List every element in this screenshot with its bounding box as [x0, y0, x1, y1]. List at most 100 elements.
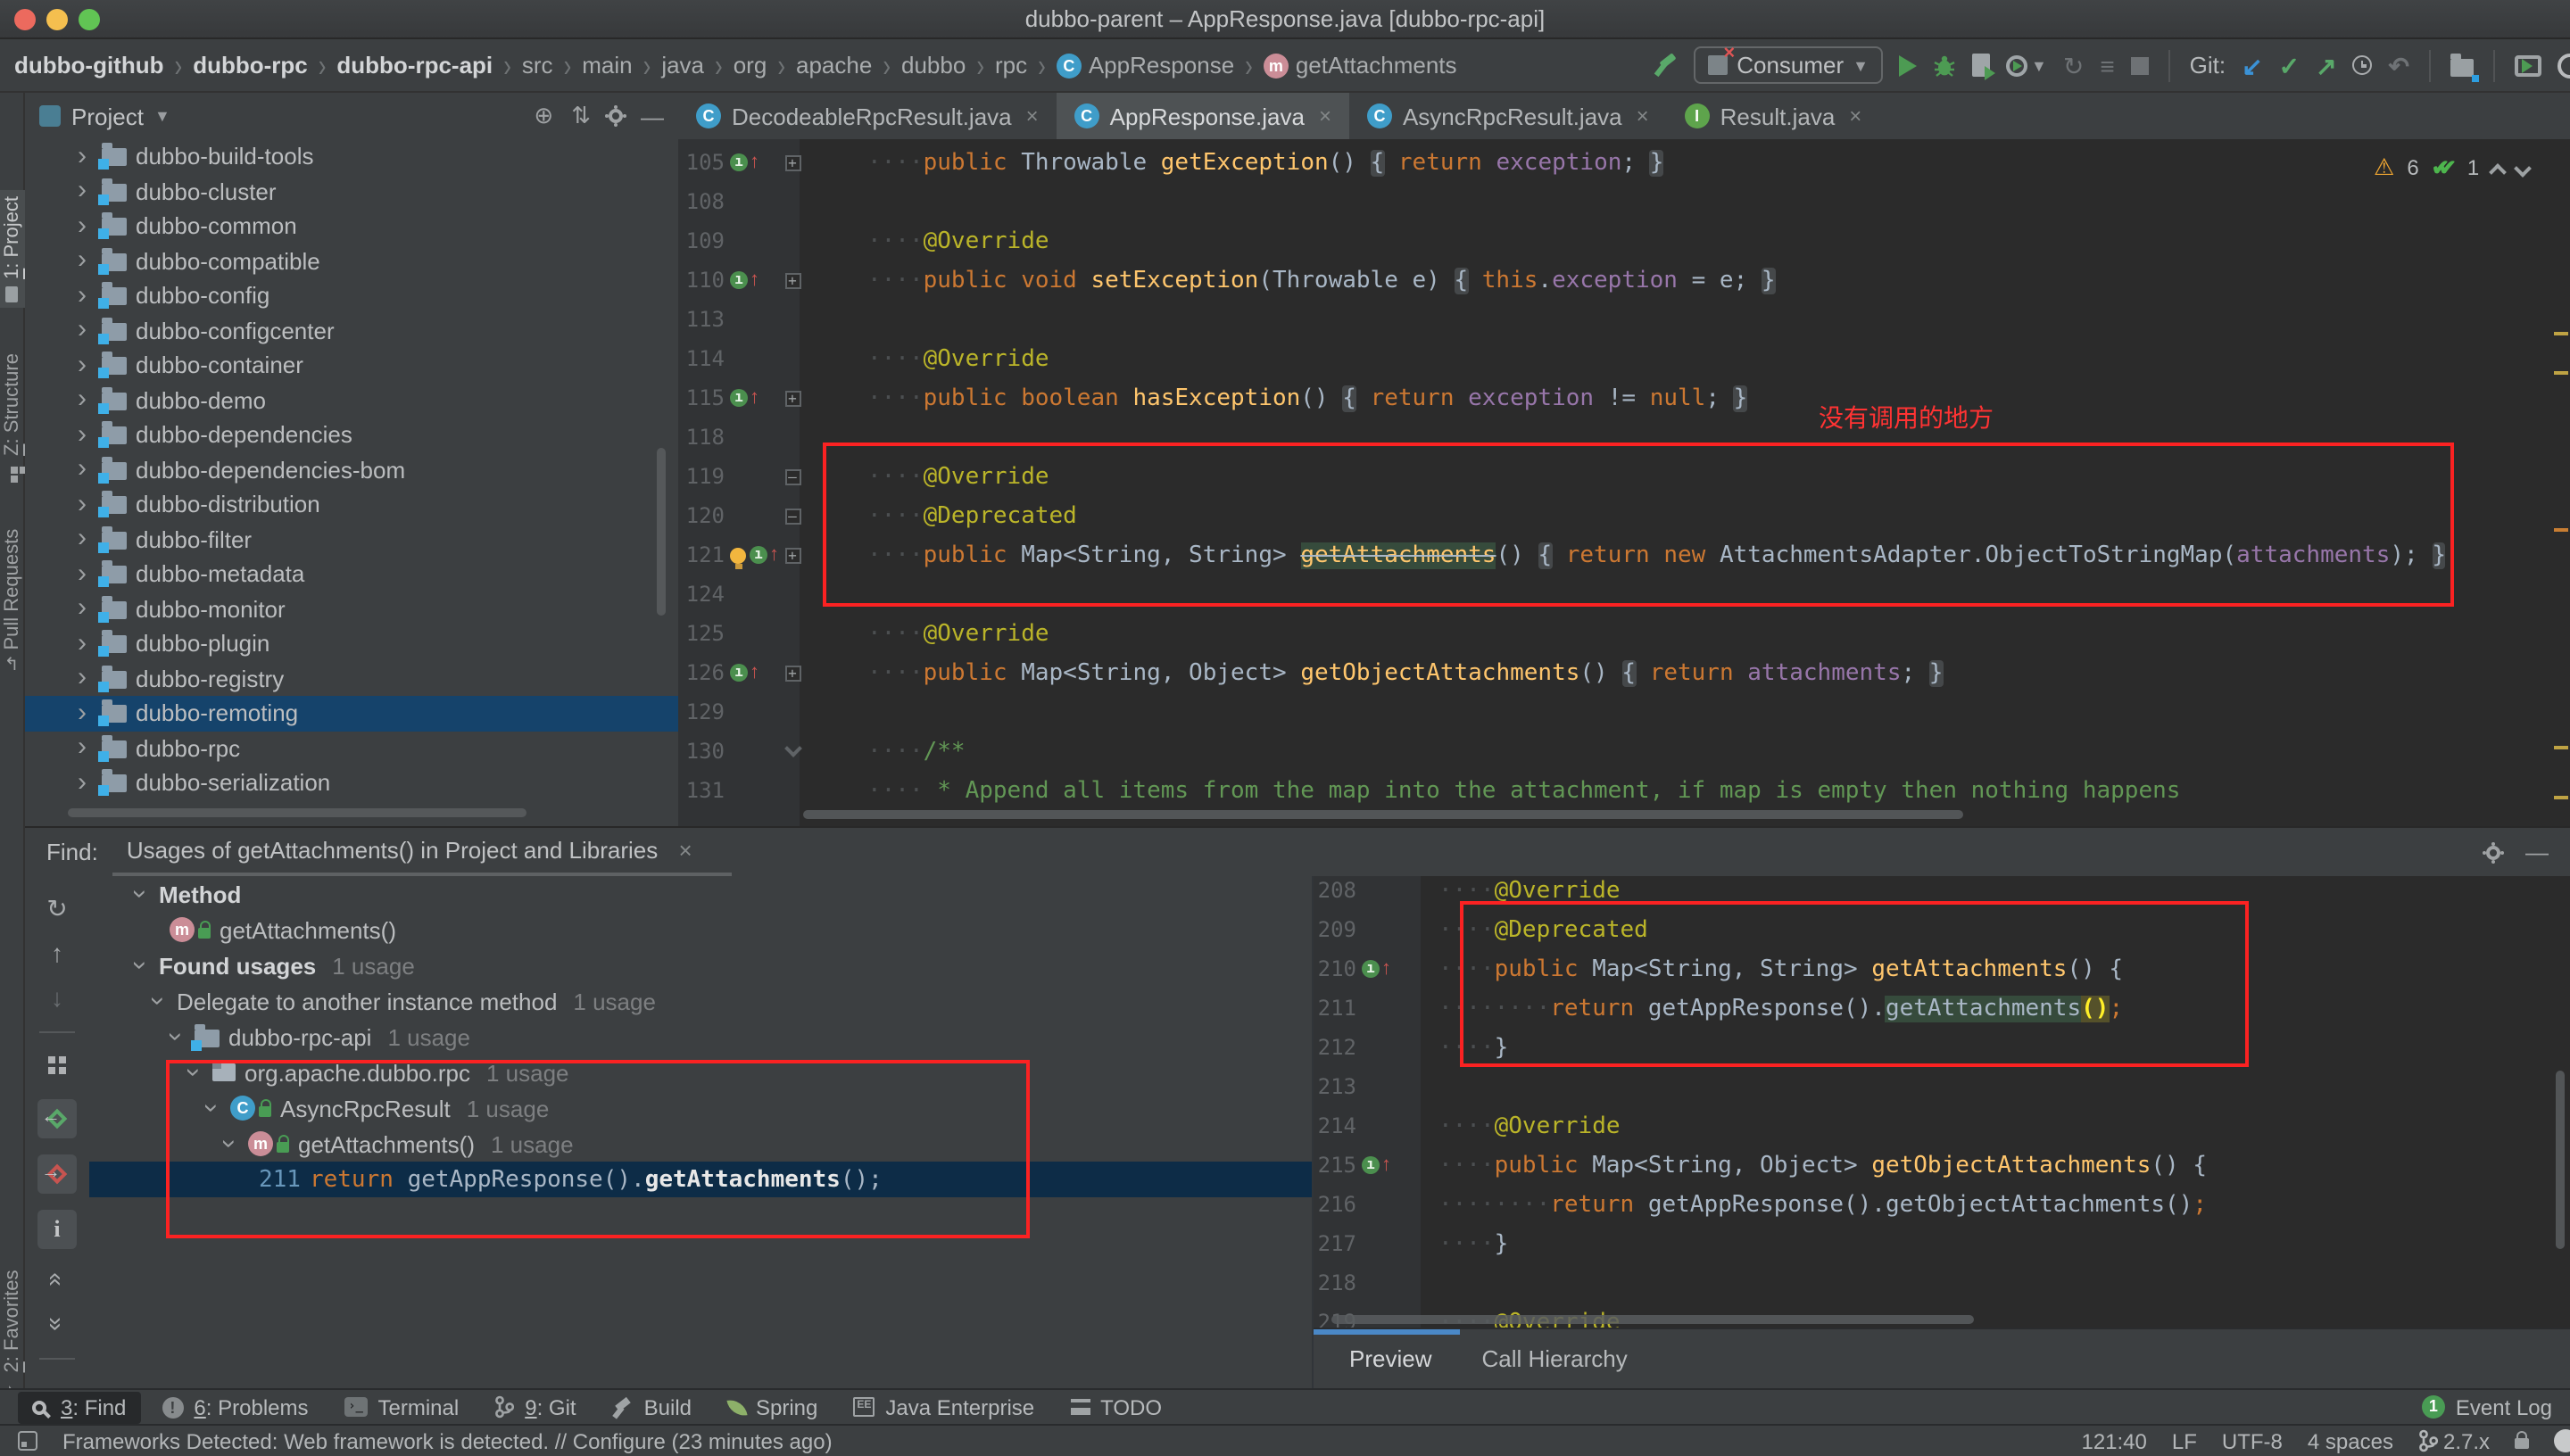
- hide-panel-icon[interactable]: —: [641, 103, 664, 129]
- project-tree-item[interactable]: ›dubbo-remoting: [25, 696, 678, 731]
- gear-icon[interactable]: [2486, 845, 2500, 859]
- project-tree-item[interactable]: ›dubbo-cluster: [25, 174, 678, 209]
- find-tree-row[interactable]: ›mgetAttachments()1 usage: [89, 1126, 1312, 1162]
- zoom-window-button[interactable]: [79, 9, 100, 30]
- breadcrumb-item[interactable]: dubbo-rpc-api: [333, 50, 496, 80]
- find-tree-row[interactable]: 211return getAppResponse().getAttachment…: [89, 1162, 1312, 1197]
- chevron-right-icon[interactable]: ›: [71, 668, 93, 690]
- toolwindow-button-jee[interactable]: EEJava Enterprise: [839, 1391, 1049, 1423]
- gear-icon[interactable]: [609, 109, 623, 123]
- breadcrumb-item[interactable]: apache: [792, 50, 875, 80]
- breadcrumb-item[interactable]: rpc: [991, 50, 1031, 80]
- preview-usages-icon[interactable]: i: [37, 1210, 77, 1249]
- intention-bulb-icon[interactable]: [730, 547, 746, 563]
- toolwindow-button-spring[interactable]: Spring: [713, 1391, 832, 1423]
- rerun-search-icon[interactable]: ↻: [37, 894, 77, 922]
- event-log-widget[interactable]: 1Event Log: [2422, 1394, 2552, 1419]
- breadcrumb-item[interactable]: mgetAttachments: [1260, 50, 1461, 80]
- close-icon[interactable]: ×: [678, 837, 692, 864]
- chevron-down-icon[interactable]: ›: [128, 955, 150, 976]
- chevron-right-icon[interactable]: ›: [71, 738, 93, 759]
- close-icon[interactable]: ×: [1026, 103, 1039, 128]
- chevron-down-icon[interactable]: ›: [218, 1133, 239, 1154]
- previous-occurrence-icon[interactable]: ↑: [37, 939, 77, 967]
- toolwindow-button-git[interactable]: 9: Git: [480, 1391, 590, 1423]
- git-commit-icon[interactable]: ✓: [2279, 53, 2300, 78]
- breadcrumb-item[interactable]: org: [730, 50, 771, 80]
- chevron-right-icon[interactable]: ›: [71, 703, 93, 724]
- project-tree-vscrollbar[interactable]: [657, 448, 666, 616]
- fold-marker[interactable]: +: [778, 272, 807, 288]
- git-push-icon[interactable]: ↗: [2316, 53, 2336, 78]
- chevron-right-icon[interactable]: ›: [71, 494, 93, 516]
- stripe-button-pull-requests[interactable]: ↰Pull Requests: [0, 521, 25, 681]
- toolwindow-button-find[interactable]: 3: Find: [18, 1391, 140, 1423]
- overrides-method-icon[interactable]: ı: [730, 389, 748, 407]
- chevron-right-icon[interactable]: ›: [71, 181, 93, 203]
- status-message[interactable]: Frameworks Detected: Web framework is de…: [62, 1428, 833, 1453]
- toolwindow-button-build[interactable]: Build: [598, 1391, 706, 1423]
- chevron-right-icon[interactable]: ›: [71, 529, 93, 550]
- chevron-right-icon[interactable]: ›: [71, 633, 93, 655]
- chevron-down-icon[interactable]: ▼: [154, 107, 170, 125]
- chevron-right-icon[interactable]: ›: [71, 564, 93, 585]
- chevron-right-icon[interactable]: ›: [71, 320, 93, 342]
- overrides-method-icon[interactable]: ı: [750, 546, 767, 564]
- find-tree-row[interactable]: ›Method: [89, 876, 1312, 912]
- caret-position[interactable]: 121:40: [2081, 1428, 2146, 1453]
- find-tree-row[interactable]: ›CAsyncRpcResult1 usage: [89, 1090, 1312, 1126]
- project-tree-hscrollbar[interactable]: [68, 808, 526, 817]
- project-tree-item[interactable]: ›dubbo-demo: [25, 383, 678, 418]
- editor-tab[interactable]: CAsyncRpcResult.java×: [1349, 93, 1667, 139]
- read-access-filter-icon[interactable]: ←: [37, 1099, 77, 1138]
- fold-marker[interactable]: –: [778, 468, 807, 484]
- chevron-right-icon[interactable]: ›: [71, 285, 93, 307]
- breadcrumb-item[interactable]: java: [658, 50, 708, 80]
- chevron-right-icon[interactable]: ›: [71, 459, 93, 481]
- fold-marker[interactable]: +: [778, 390, 807, 406]
- toolwindow-button-problems[interactable]: !6: Problems: [147, 1391, 322, 1423]
- breadcrumb-item[interactable]: main: [578, 50, 635, 80]
- chevron-right-icon[interactable]: ›: [71, 355, 93, 376]
- toolwindow-button-terminal[interactable]: ›_Terminal: [330, 1391, 474, 1423]
- code-editor[interactable]: 105ı↑+····public Throwable getException(…: [678, 139, 2570, 826]
- project-tree-item[interactable]: ›dubbo-plugin: [25, 626, 678, 661]
- chevron-down-icon[interactable]: ›: [164, 1026, 186, 1047]
- git-update-icon[interactable]: ↙: [2242, 53, 2262, 78]
- clipped-toolbar-icon[interactable]: [2558, 53, 2570, 78]
- fold-marker[interactable]: +: [778, 547, 807, 563]
- overrides-method-icon[interactable]: ı: [1362, 960, 1380, 978]
- git-branch-widget[interactable]: 2.7.x: [2418, 1428, 2490, 1453]
- find-tree-row[interactable]: ›org.apache.dubbo.rpc1 usage: [89, 1055, 1312, 1090]
- close-icon[interactable]: ×: [1637, 103, 1649, 128]
- run-anything-icon[interactable]: [2515, 54, 2541, 76]
- project-tree-item[interactable]: ›dubbo-distribution: [25, 487, 678, 522]
- prev-problem-icon[interactable]: [2489, 162, 2507, 180]
- run-configuration-select[interactable]: Consumer ▼: [1694, 46, 1883, 84]
- breadcrumb-item[interactable]: CAppResponse: [1053, 50, 1238, 80]
- chevron-right-icon[interactable]: ›: [71, 599, 93, 620]
- usage-preview-editor[interactable]: 208····@Override209····@Deprecated210ı↑·…: [1314, 876, 2570, 1328]
- editor-hscrollbar[interactable]: [803, 810, 1963, 819]
- preview-hscrollbar[interactable]: [1331, 1315, 1974, 1324]
- chevron-right-icon[interactable]: ›: [71, 216, 93, 237]
- close-window-button[interactable]: [14, 9, 36, 30]
- file-encoding[interactable]: UTF-8: [2222, 1428, 2283, 1453]
- build-project-icon[interactable]: [1654, 54, 1678, 77]
- breadcrumb-item[interactable]: dubbo: [898, 50, 969, 80]
- chevron-down-icon[interactable]: ▼: [2031, 56, 2047, 74]
- expand-all-icon[interactable]: «: [43, 1260, 71, 1299]
- chevron-right-icon[interactable]: ›: [71, 251, 93, 272]
- tab-call-hierarchy[interactable]: Call Hierarchy: [1482, 1345, 1628, 1372]
- editor-tab[interactable]: CDecodeableRpcResult.java×: [678, 93, 1057, 139]
- indent-setting[interactable]: 4 spaces: [2308, 1428, 2393, 1453]
- close-icon[interactable]: ×: [1319, 103, 1331, 128]
- write-access-filter-icon[interactable]: →: [37, 1154, 77, 1194]
- overrides-method-icon[interactable]: ı: [730, 664, 748, 682]
- overrides-method-icon[interactable]: ı: [1362, 1156, 1380, 1174]
- project-tree-item[interactable]: ›dubbo-container: [25, 348, 678, 383]
- chevron-right-icon[interactable]: ›: [71, 773, 93, 794]
- run-button[interactable]: [1899, 54, 1917, 76]
- overrides-method-icon[interactable]: ı: [730, 271, 748, 289]
- preview-vscrollbar[interactable]: [2556, 1071, 2565, 1249]
